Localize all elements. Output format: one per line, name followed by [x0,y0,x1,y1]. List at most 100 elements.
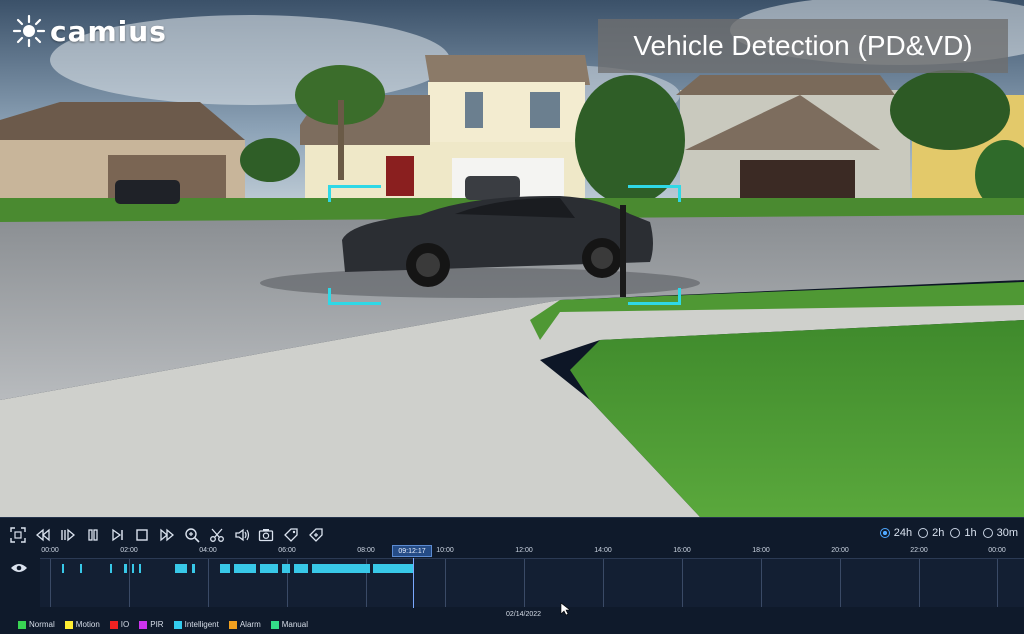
hour-label: 00:00 [41,547,59,554]
record-segment [282,564,290,573]
hour-gridline [208,559,209,607]
record-segment [192,564,195,573]
rewind-icon [36,528,50,542]
record-segment [110,564,112,573]
pause-button[interactable] [80,525,105,545]
timespan-option-30m[interactable]: 30m [982,527,1018,539]
radio-selected-icon [879,528,890,538]
zoom-button[interactable] [180,525,205,545]
tag-button[interactable] [279,525,304,545]
record-segment [373,564,413,573]
hour-label: 02:00 [120,547,138,554]
tag-icon [284,528,298,542]
timespan-option-24h[interactable]: 24h [879,527,913,539]
volume-icon [234,528,249,542]
detect-box-corner-tr [628,185,681,202]
detection-title: Vehicle Detection (PD&VD) [598,19,1008,73]
radio-icon [982,528,993,538]
snapshot-button[interactable] [254,525,279,545]
hour-gridline [997,559,998,607]
record-segment [294,564,308,573]
timespan-option-1h[interactable]: 1h [950,527,977,539]
timespan-label: 24h [893,527,913,539]
legend-alarm: Alarm [228,620,261,629]
record-segment [80,564,82,573]
hour-label: 04:00 [199,547,217,554]
record-segment [234,564,256,573]
legend-io: IO [109,620,129,629]
hour-gridline [603,559,604,607]
record-segment [175,564,187,573]
clip-button[interactable] [204,525,229,545]
legend-manual: Manual [270,620,308,629]
detect-box-corner-bl [328,288,381,305]
playback-controls [6,525,328,545]
eye-icon[interactable] [10,562,28,574]
step-forward-button[interactable] [105,525,130,545]
reverse-play-button[interactable] [56,525,81,545]
stop-button[interactable] [130,525,155,545]
record-segment [220,564,230,573]
hour-gridline [682,559,683,607]
hour-gridline [445,559,446,607]
playhead[interactable] [413,558,414,608]
legend-pir: PIR [139,620,164,629]
snapshot-icon [259,529,274,542]
timespan-label: 30m [996,527,1018,539]
event-legend: Normal Motion IO PIR Intelligent Alarm M… [18,620,308,629]
hour-label: 18:00 [752,547,770,554]
timespan-label: 2h [932,527,945,539]
fast-forward-button[interactable] [155,525,180,545]
record-segment [139,564,141,573]
current-time-marker: 09:12:17 [392,545,432,557]
hour-label: 20:00 [831,547,849,554]
timeline-track[interactable] [40,558,1024,607]
record-segment [132,564,134,573]
timespan-label: 1h [964,527,977,539]
camera-image [0,0,1024,517]
hour-label: 08:00 [357,547,375,554]
brand-logo: camius [12,14,167,48]
detect-box-corner-br [628,288,681,305]
legend-normal: Normal [18,620,55,629]
reverse-play-icon [61,528,75,542]
hour-label: 06:00 [278,547,296,554]
pause-icon [88,529,98,541]
hour-gridline [524,559,525,607]
custom-tag-button[interactable] [304,525,329,545]
hour-label: 14:00 [594,547,612,554]
radio-icon [950,528,961,538]
timespan-option-2h[interactable]: 2h [918,527,944,539]
hour-label: 22:00 [910,547,928,554]
hour-gridline [840,559,841,607]
radio-icon [918,528,929,538]
record-segment [62,564,64,573]
legend-motion: Motion [64,620,100,629]
hour-label: 10:00 [436,547,454,554]
record-segment [312,564,370,573]
hour-gridline [129,559,130,607]
clip-icon [209,528,224,542]
brand-name: camius [50,14,167,48]
detect-box-corner-tl [328,185,381,202]
hour-label: 12:00 [515,547,533,554]
sun-logo-icon [12,14,46,48]
record-segment [124,564,127,573]
zoom-icon [185,528,200,543]
playback-panel: 24h 2h 1h 30m 00:00 02:00 04:00 06:00 08… [0,517,1024,634]
step-forward-icon [111,528,123,542]
volume-button[interactable] [229,525,254,545]
hour-gridline [761,559,762,607]
fullscreen-button[interactable] [6,525,31,545]
hour-gridline [50,559,51,607]
hour-gridline [919,559,920,607]
mouse-cursor-icon [560,602,570,616]
camera-view: camius Vehicle Detection (PD&VD) [0,0,1024,517]
stop-icon [136,529,149,541]
rewind-button[interactable] [31,525,56,545]
hour-label: 00:00 [988,547,1006,554]
custom-tag-icon [309,528,323,542]
legend-intelligent: Intelligent [173,620,219,629]
timeline-date: 02/14/2022 [506,611,542,618]
hour-label: 16:00 [673,547,691,554]
